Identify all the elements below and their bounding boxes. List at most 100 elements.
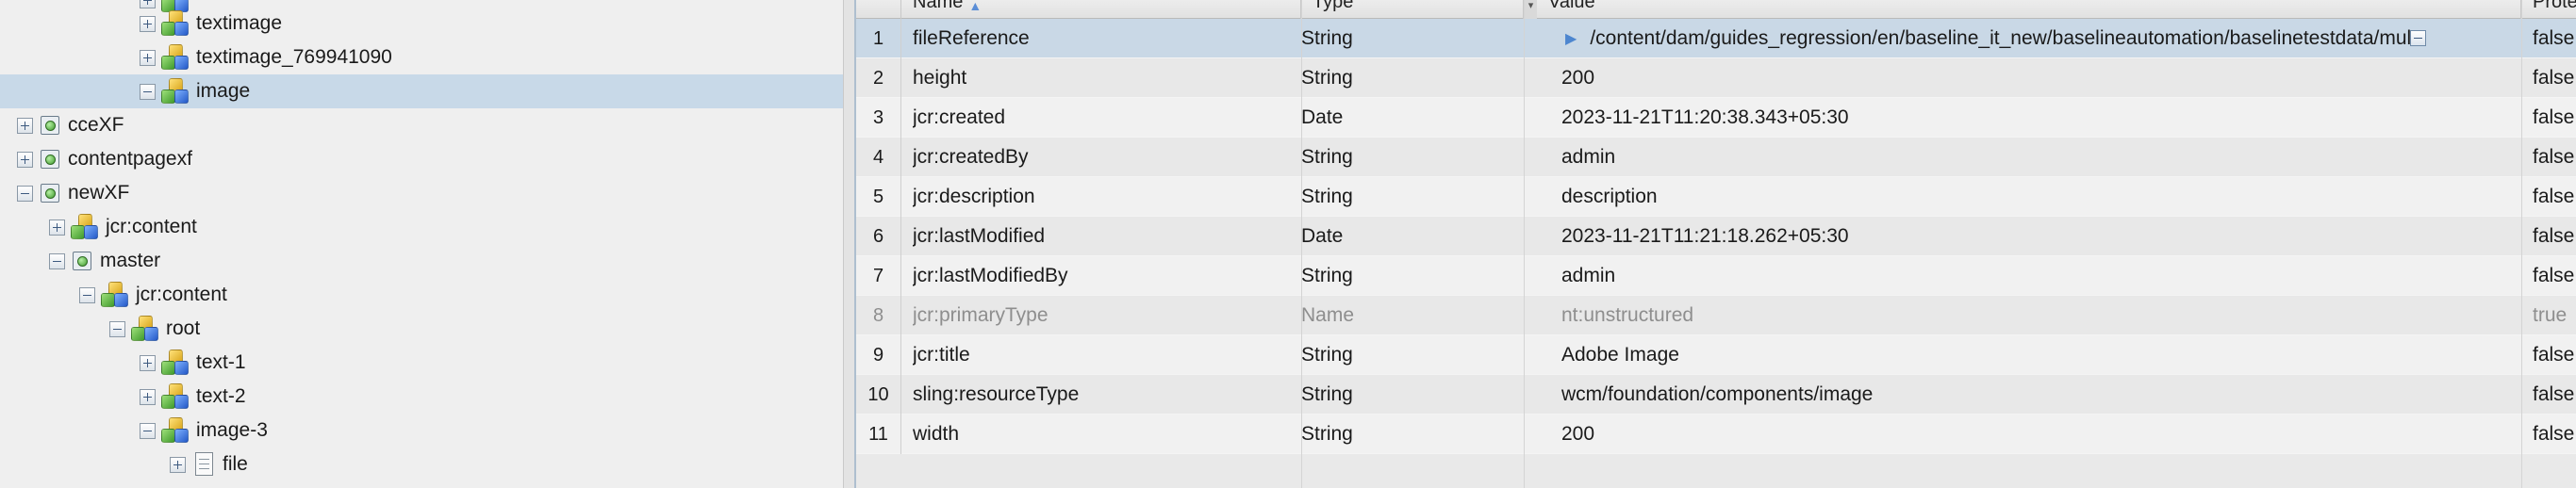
property-type-cell-text: String: [1301, 423, 1353, 445]
property-type-cell[interactable]: String: [1301, 256, 1452, 296]
expand-value-icon[interactable]: ▶: [1565, 29, 1577, 48]
expand-icon[interactable]: [140, 388, 156, 405]
property-value-cell[interactable]: wcm/foundation/components/image: [1561, 375, 2408, 415]
tree-node[interactable]: text-1: [0, 346, 843, 380]
property-value-cell[interactable]: ▶ /content/dam/guides_regression/en/basel…: [1565, 19, 2412, 58]
column-header-value-label: Value: [1548, 0, 1595, 12]
tree-node[interactable]: root: [0, 312, 843, 346]
collapse-icon[interactable]: [109, 320, 125, 337]
expand-icon[interactable]: [17, 151, 33, 168]
table-row[interactable]: 3 jcr:created Date 2023-11-21T11:20:38.343+…: [856, 98, 2576, 138]
property-type-cell[interactable]: String: [1301, 177, 1452, 217]
property-value-cell[interactable]: 200: [1561, 415, 2408, 454]
property-type-cell[interactable]: String: [1301, 138, 1452, 177]
property-name-cell[interactable]: jcr:created: [913, 98, 1299, 138]
expand-icon[interactable]: [17, 117, 33, 134]
tree-node[interactable]: text-2: [0, 380, 843, 414]
property-protected-cell: false: [2533, 177, 2576, 217]
property-value-cell[interactable]: 2023-11-21T11:21:18.262+05:30: [1561, 217, 2408, 256]
property-name-cell[interactable]: sling:resourceType: [913, 375, 1299, 415]
property-name-cell-text: height: [913, 67, 967, 89]
property-name-cell-text: sling:resourceType: [913, 383, 1080, 405]
tree-node[interactable]: jcr:content: [0, 278, 843, 312]
property-value-cell[interactable]: 2023-11-21T11:20:38.343+05:30: [1561, 98, 2408, 138]
property-name-cell[interactable]: jcr:lastModified: [913, 217, 1299, 256]
property-type-cell[interactable]: Name: [1301, 296, 1452, 335]
tree-node[interactable]: textimage_769941090: [0, 41, 843, 74]
property-name-cell[interactable]: jcr:title: [913, 335, 1299, 375]
column-header-name[interactable]: Name ▲: [901, 0, 1301, 19]
expand-icon[interactable]: [140, 354, 156, 371]
property-value-cell[interactable]: description: [1561, 177, 2408, 217]
property-type-cell[interactable]: String: [1301, 375, 1452, 415]
expand-icon[interactable]: [49, 219, 65, 236]
property-name-cell[interactable]: jcr:lastModifiedBy: [913, 256, 1299, 296]
property-value-cell[interactable]: admin: [1561, 256, 2408, 296]
property-name-cell[interactable]: jcr:description: [913, 177, 1299, 217]
property-name-cell[interactable]: jcr:primaryType: [913, 296, 1299, 335]
tree-node[interactable]: master: [0, 244, 843, 278]
property-value-cell[interactable]: admin: [1561, 138, 2408, 177]
column-menu-trigger[interactable]: ▾: [1524, 0, 1537, 19]
expand-icon[interactable]: [140, 49, 156, 66]
property-protected-cell-text: false: [2533, 146, 2575, 168]
collapse-icon[interactable]: [140, 83, 156, 100]
property-type-cell[interactable]: Date: [1301, 98, 1452, 138]
table-row[interactable]: 7 jcr:lastModifiedBy String admin false: [856, 256, 2576, 296]
property-type-cell[interactable]: String: [1301, 415, 1452, 454]
row-number-text: 11: [868, 423, 888, 445]
table-row[interactable]: 1 fileReference String ▶ /content/dam/guides…: [856, 19, 2576, 58]
edit-multivalue-icon[interactable]: [2410, 30, 2426, 46]
table-row[interactable]: 9 jcr:title String Adobe Image false: [856, 335, 2576, 375]
property-name-cell[interactable]: width: [913, 415, 1299, 454]
tree-node[interactable]: cceXF: [0, 108, 843, 142]
property-protected-cell-text: true: [2533, 304, 2568, 326]
collapse-icon[interactable]: [140, 422, 156, 439]
tree-node-label: text-2: [196, 385, 246, 407]
property-value-cell[interactable]: 200: [1561, 58, 2408, 98]
property-type-cell[interactable]: Date: [1301, 217, 1452, 256]
property-protected-cell: false: [2533, 375, 2576, 415]
column-header-protected[interactable]: Prote: [2521, 0, 2576, 19]
property-type-cell[interactable]: String: [1301, 19, 1452, 58]
tree-node[interactable]: image-3: [0, 414, 843, 447]
table-row[interactable]: 10 sling:resourceType String wcm/foundation…: [856, 375, 2576, 415]
property-type-cell[interactable]: String: [1301, 58, 1452, 98]
row-number: 3: [856, 98, 901, 138]
table-row[interactable]: 11 width String 200 false: [856, 415, 2576, 454]
property-name-cell[interactable]: jcr:createdBy: [913, 138, 1299, 177]
tree-node[interactable]: image: [0, 74, 843, 108]
row-number: 9: [856, 335, 901, 375]
table-row[interactable]: 6 jcr:lastModified Date 2023-11-21T11:21:18…: [856, 217, 2576, 256]
tree-node[interactable]: jcr:content: [0, 210, 843, 244]
tree-node[interactable]: contentpagexf: [0, 142, 843, 176]
column-header-value[interactable]: Value: [1537, 0, 2521, 19]
collapse-icon[interactable]: [17, 185, 33, 202]
property-value-cell[interactable]: Adobe Image: [1561, 335, 2408, 375]
tree-node[interactable]: newXF: [0, 176, 843, 210]
property-name-cell-text: jcr:lastModified: [913, 225, 1046, 247]
column-header-type[interactable]: Type: [1301, 0, 1524, 19]
expand-icon[interactable]: [170, 456, 186, 473]
tree-node-label: image: [196, 80, 251, 102]
property-name-cell[interactable]: height: [913, 58, 1299, 98]
property-name-cell-text: jcr:created: [913, 106, 1006, 128]
column-header-type-label: Type: [1313, 0, 1354, 12]
row-number: 8: [856, 296, 901, 335]
table-row[interactable]: 2 height String 200 false: [856, 58, 2576, 98]
tree-node[interactable]: file: [0, 447, 843, 481]
table-row[interactable]: 5 jcr:description String description false: [856, 177, 2576, 217]
collapse-icon[interactable]: [79, 286, 95, 303]
property-type-cell-text: String: [1301, 265, 1353, 286]
table-row[interactable]: 4 jcr:createdBy String admin false: [856, 138, 2576, 177]
property-value-cell[interactable]: nt:unstructured: [1561, 296, 2408, 335]
row-number: 4: [856, 138, 901, 177]
collapse-icon[interactable]: [49, 252, 65, 269]
panel-splitter[interactable]: [843, 0, 856, 488]
expand-icon[interactable]: [140, 15, 156, 32]
table-row[interactable]: 8 jcr:primaryType Name nt:unstructured true: [856, 296, 2576, 335]
property-type-cell[interactable]: String: [1301, 335, 1452, 375]
property-name-cell-text: jcr:description: [913, 186, 1035, 207]
tree-node[interactable]: textimage: [0, 7, 843, 41]
property-name-cell[interactable]: fileReference: [913, 19, 1299, 58]
